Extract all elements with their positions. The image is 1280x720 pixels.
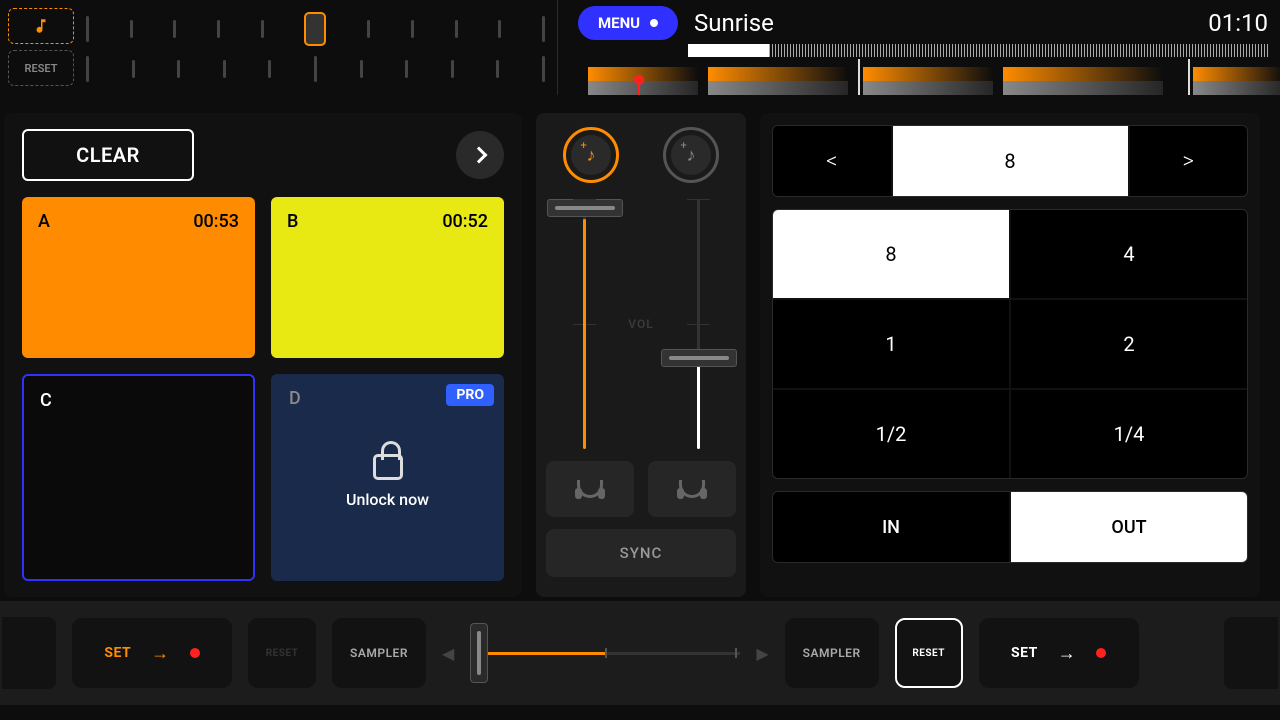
pad-grid: A 00:53 B 00:52 C D PRO Unlock now xyxy=(22,197,504,581)
loop-panel: < 8 > 8 4 1 2 1/2 1/4 IN OUT xyxy=(760,113,1260,597)
sync-button[interactable]: SYNC xyxy=(546,529,736,577)
pad-b[interactable]: B 00:52 xyxy=(271,197,504,358)
track-time: 01:10 xyxy=(1208,9,1268,37)
pad-b-time: 00:52 xyxy=(442,211,488,344)
headphone-icon xyxy=(577,480,603,498)
loop-in-button[interactable]: IN xyxy=(773,492,1009,562)
sampler-button-left[interactable]: SAMPLER xyxy=(332,618,426,688)
headphone-a-button[interactable] xyxy=(546,461,634,517)
add-music-icon: ♪+ xyxy=(587,145,596,166)
mixer-panel: ♪+ ♪+ VOL SYNC xyxy=(536,113,746,597)
track-section: MENU Sunrise 01:10 xyxy=(558,0,1280,95)
xfade-right-arrow-icon: ▶ xyxy=(756,644,768,663)
playhead[interactable] xyxy=(638,81,640,95)
deck-selectors: ♪+ ♪+ xyxy=(563,127,719,183)
loop-inout-row: IN OUT xyxy=(772,491,1248,563)
track-title: Sunrise xyxy=(694,9,1192,37)
lock-icon xyxy=(373,454,403,480)
add-music-icon: ♪+ xyxy=(687,145,696,166)
topbar: RESET MENU Sunrise 01:10 xyxy=(0,0,1280,95)
vol-label: VOL xyxy=(628,317,653,331)
set-button-right[interactable]: SET → xyxy=(979,618,1139,688)
arrow-right-icon: → xyxy=(151,643,170,664)
headphone-row xyxy=(546,461,736,517)
deck-a-load[interactable]: ♪+ xyxy=(563,127,619,183)
beat-2[interactable]: 2 xyxy=(1011,300,1247,388)
beat-quarter[interactable]: 1/4 xyxy=(1011,390,1247,478)
eq-row-bottom[interactable] xyxy=(82,54,549,83)
xfade-left-arrow-icon: ◀ xyxy=(442,644,454,663)
menu-label: MENU xyxy=(598,14,640,32)
reset-button-left[interactable]: RESET xyxy=(248,618,316,688)
pad-a-label: A xyxy=(38,211,50,344)
deck-b-load[interactable]: ♪+ xyxy=(663,127,719,183)
set-label: SET xyxy=(1011,645,1038,661)
waveform-main[interactable] xyxy=(558,59,1280,95)
loop-next-button[interactable]: > xyxy=(1130,126,1248,196)
pad-c-label: C xyxy=(40,390,52,565)
eq-section: RESET xyxy=(0,0,558,95)
beat-half[interactable]: 1/2 xyxy=(773,390,1009,478)
fader-a-handle[interactable] xyxy=(547,199,623,217)
pad-d[interactable]: D PRO Unlock now xyxy=(271,374,504,581)
loop-prev-button[interactable]: < xyxy=(773,126,891,196)
fader-a[interactable] xyxy=(546,199,622,449)
pro-badge: PRO xyxy=(446,384,494,406)
menu-indicator-dot xyxy=(650,19,658,27)
beat-1[interactable]: 1 xyxy=(773,300,1009,388)
beat-4[interactable]: 4 xyxy=(1011,210,1247,298)
bottom-bar: SET → RESET SAMPLER ◀ ▶ SAMPLER RESET SE… xyxy=(0,601,1280,705)
eq-row-top[interactable] xyxy=(82,12,549,46)
waveform-overview[interactable] xyxy=(688,44,1268,57)
bottom-edge-right[interactable] xyxy=(1224,617,1278,689)
set-label: SET xyxy=(104,645,131,661)
pad-d-label: D xyxy=(289,388,301,409)
pad-a[interactable]: A 00:53 xyxy=(22,197,255,358)
eq-toggles: RESET xyxy=(8,8,74,87)
sampler-header: CLEAR xyxy=(22,129,504,181)
clear-button[interactable]: CLEAR xyxy=(22,129,194,181)
loop-out-button[interactable]: OUT xyxy=(1011,492,1247,562)
loop-length-row: < 8 > xyxy=(772,125,1248,197)
unlock-text: Unlock now xyxy=(346,490,429,509)
music-note-icon xyxy=(32,17,50,35)
beat-grid: 8 4 1 2 1/2 1/4 xyxy=(772,209,1248,479)
chevron-right-icon xyxy=(470,147,487,164)
crossfader-handle[interactable] xyxy=(470,623,488,683)
track-header: MENU Sunrise 01:10 xyxy=(558,0,1280,40)
eq-slider-handle[interactable] xyxy=(304,12,326,46)
headphone-b-button[interactable] xyxy=(648,461,736,517)
crossfader[interactable] xyxy=(470,623,740,683)
main-area: CLEAR A 00:53 B 00:52 C D PRO Unlock now xyxy=(0,95,1280,597)
pad-a-time: 00:53 xyxy=(193,211,239,344)
headphone-icon xyxy=(679,480,705,498)
menu-button[interactable]: MENU xyxy=(578,6,678,40)
sampler-button-right[interactable]: SAMPLER xyxy=(785,618,879,688)
eq-sliders xyxy=(82,8,549,87)
volume-faders: VOL xyxy=(546,199,736,449)
record-dot-icon xyxy=(1096,648,1106,658)
loop-value[interactable]: 8 xyxy=(893,126,1128,196)
pad-c[interactable]: C xyxy=(22,374,255,581)
fader-b[interactable] xyxy=(660,199,736,449)
bottom-edge-left[interactable] xyxy=(2,617,56,689)
pad-b-label: B xyxy=(287,211,298,344)
fader-b-handle[interactable] xyxy=(661,349,737,367)
music-mode-toggle[interactable] xyxy=(8,8,74,44)
sampler-panel: CLEAR A 00:53 B 00:52 C D PRO Unlock now xyxy=(4,113,522,597)
eq-reset-button[interactable]: RESET xyxy=(8,50,74,86)
set-button-left[interactable]: SET → xyxy=(72,618,232,688)
record-dot-icon xyxy=(190,648,200,658)
reset-button-right[interactable]: RESET xyxy=(895,618,963,688)
next-page-button[interactable] xyxy=(456,131,504,179)
arrow-right-icon: → xyxy=(1058,643,1077,664)
beat-8[interactable]: 8 xyxy=(773,210,1009,298)
